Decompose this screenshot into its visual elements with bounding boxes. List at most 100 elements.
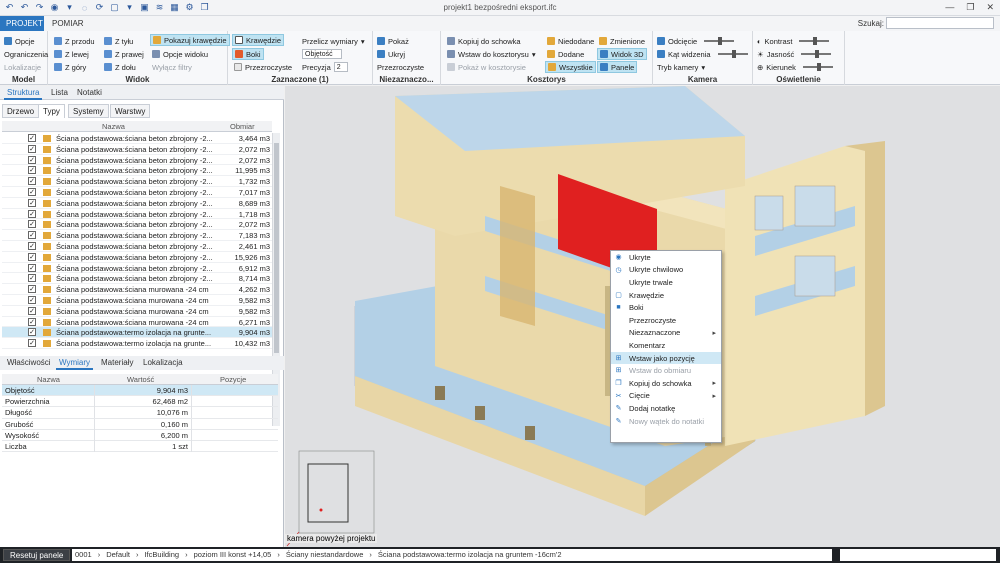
row-checkbox[interactable]: ✓ — [28, 198, 36, 207]
table-row[interactable]: ✓ Ściana podstawowa:ściana murowana -24 c… — [2, 284, 272, 295]
table-row[interactable]: ✓ Ściana podstawowa:ściana beton zbrojony… — [2, 230, 272, 241]
tab-properties[interactable]: Właściwości — [4, 358, 54, 370]
table-row[interactable]: ✓ Ściana podstawowa:ściana beton zbrojony… — [2, 198, 272, 209]
row-checkbox[interactable]: ✓ — [28, 317, 36, 326]
minimize-icon[interactable]: — — [945, 2, 954, 13]
row-checkbox[interactable]: ✓ — [28, 187, 36, 196]
brightness-slider-track[interactable] — [801, 50, 832, 58]
direction-slider-track[interactable] — [802, 63, 833, 71]
clipping-slider-track[interactable] — [704, 37, 735, 45]
property-row[interactable]: Długość 10,076 m — [2, 407, 278, 419]
tab-list[interactable]: Lista — [48, 88, 71, 100]
tab-pomiar[interactable]: POMIAR — [46, 16, 90, 31]
contrast-slider-track[interactable] — [799, 37, 830, 45]
minimap-frame[interactable] — [298, 450, 375, 534]
tab-location[interactable]: Lokalizacja — [140, 358, 186, 370]
context-menu-item[interactable]: ◷ Ukryte chwilowo — [611, 264, 721, 277]
subtab-types[interactable]: Typy — [38, 104, 65, 118]
tab-materials[interactable]: Materiały — [98, 358, 136, 370]
breadcrumb-item[interactable]: Ściana podstawowa:termo izolacja na grun… — [378, 550, 562, 559]
view-left-button[interactable]: Z lewej — [52, 48, 91, 60]
subtab-layers[interactable]: Warstwy — [110, 104, 151, 118]
show-edges-button[interactable]: Pokazuj krawędzie — [150, 34, 230, 46]
context-menu-item[interactable]: ⊞ Wstaw jako pozycję — [611, 351, 721, 365]
row-checkbox[interactable]: ✓ — [28, 177, 36, 186]
row-checkbox[interactable]: ✓ — [28, 166, 36, 175]
row-checkbox[interactable]: ✓ — [28, 328, 36, 337]
camera-mode-button[interactable]: Tryb kamery ▾ — [655, 61, 707, 73]
breadcrumb-item[interactable]: 0001 — [75, 550, 92, 559]
table-row[interactable]: ✓ Ściana podstawowa:ściana murowana -24 c… — [2, 306, 272, 317]
measure-select[interactable]: Objętość — [300, 48, 344, 60]
table-row[interactable]: ✓ Ściana podstawowa:termo izolacja na gru… — [2, 327, 272, 339]
reset-panels-button[interactable]: Resetuj panele — [3, 549, 71, 561]
fov-slider-track[interactable] — [717, 50, 748, 58]
table-row[interactable]: ✓ Ściana podstawowa:ściana beton zbrojony… — [2, 133, 272, 144]
fov-slider[interactable]: Kąt widzenia — [655, 48, 750, 60]
added-filter[interactable]: Dodane — [545, 48, 586, 60]
property-row[interactable]: Powierzchnia 62,468 m2 — [2, 396, 278, 408]
row-checkbox[interactable]: ✓ — [28, 155, 36, 164]
show-unselected-button[interactable]: Pokaż — [375, 35, 411, 47]
row-checkbox[interactable]: ✓ — [28, 220, 36, 229]
close-icon[interactable]: ✕ — [986, 2, 994, 13]
row-checkbox[interactable]: ✓ — [28, 231, 36, 240]
locations-button[interactable]: Lokalizacje — [2, 61, 43, 73]
context-menu-item[interactable]: Przezroczyste — [611, 314, 721, 327]
breadcrumb-item[interactable]: Default — [106, 550, 130, 559]
panels-toggle[interactable]: Panele — [597, 61, 638, 73]
context-menu-item[interactable]: ✂ Cięcie ▸ — [611, 390, 721, 403]
edges-toggle[interactable]: Krawędzie — [232, 34, 285, 46]
copy-to-clipboard-button[interactable]: Kopiuj do schowka — [445, 35, 523, 47]
view-top-button[interactable]: Z góry — [52, 61, 88, 73]
row-checkbox[interactable]: ✓ — [28, 306, 36, 315]
table-row[interactable]: ✓ Ściana podstawowa:ściana beton zbrojony… — [2, 241, 272, 252]
column-name[interactable]: Nazwa — [102, 122, 125, 131]
table-row[interactable]: ✓ Ściana podstawowa:ściana beton zbrojony… — [2, 176, 272, 187]
property-row[interactable]: Objętość 9,904 m3 — [2, 385, 278, 397]
row-checkbox[interactable]: ✓ — [28, 252, 36, 261]
recalc-dimensions-button[interactable]: Przelicz wymiary ▾ — [300, 35, 367, 47]
column-quantity[interactable]: Obmiar — [230, 122, 255, 131]
subtab-systems[interactable]: Systemy — [68, 104, 109, 118]
3d-viewport[interactable]: kamera powyżej projektu ◉ Ukryte ◷ Ukryte c… — [285, 86, 1000, 547]
context-menu-item[interactable]: ✎ Nowy wątek do notatki — [611, 415, 721, 428]
restore-icon[interactable]: ❐ — [966, 2, 974, 13]
subtab-tree[interactable]: Drzewo — [2, 104, 40, 118]
restrictions-button[interactable]: Ograniczenia — [2, 48, 50, 60]
tab-notes[interactable]: Notatki — [74, 88, 105, 100]
view-bottom-button[interactable]: Z dołu — [102, 61, 138, 73]
context-menu-item[interactable]: ■ Boki — [611, 301, 721, 314]
context-menu-item[interactable]: ◉ Ukryte — [611, 251, 721, 264]
disable-filters-button[interactable]: Wyłącz filtry — [150, 61, 194, 73]
not-added-filter[interactable]: Niedodane — [545, 35, 596, 47]
brightness-slider[interactable]: ☀ Jasność — [755, 48, 833, 60]
row-checkbox[interactable]: ✓ — [28, 241, 36, 250]
table-row[interactable]: ✓ Ściana podstawowa:ściana murowana -24 c… — [2, 295, 272, 306]
breadcrumb-item[interactable]: IfcBuilding — [144, 550, 179, 559]
row-checkbox[interactable]: ✓ — [28, 285, 36, 294]
hide-unselected-button[interactable]: Ukryj — [375, 48, 407, 60]
view-3d-toggle[interactable]: Widok 3D — [597, 48, 647, 60]
row-checkbox[interactable]: ✓ — [28, 274, 36, 283]
tab-dimensions[interactable]: Wymiary — [56, 358, 94, 370]
breadcrumb-item[interactable]: Ściany niestandardowe — [286, 550, 364, 559]
row-checkbox[interactable]: ✓ — [28, 209, 36, 218]
row-checkbox[interactable]: ✓ — [28, 144, 36, 153]
table-row[interactable]: ✓ Ściana podstawowa:ściana beton zbrojony… — [2, 263, 272, 274]
table-row[interactable]: ✓ Ściana podstawowa:termo izolacja na gru… — [2, 338, 272, 349]
search-input[interactable] — [886, 17, 994, 29]
view-options-button[interactable]: Opcje widoku — [150, 48, 210, 60]
context-menu-item[interactable]: ▢ Krawędzie — [611, 289, 721, 302]
table-row[interactable]: ✓ Ściana podstawowa:ściana beton zbrojony… — [2, 187, 272, 198]
view-front-button[interactable]: Z przodu — [52, 35, 97, 47]
table-row[interactable]: ✓ Ściana podstawowa:ściana beton zbrojony… — [2, 144, 272, 155]
breadcrumb-item[interactable]: poziom III konst +14,05 — [194, 550, 272, 559]
context-menu-item[interactable]: Ukryte trwale — [611, 276, 721, 289]
changed-filter[interactable]: Zmienione — [597, 35, 647, 47]
view-back-button[interactable]: Z tyłu — [102, 35, 135, 47]
tab-structure[interactable]: Struktura — [4, 88, 43, 100]
context-menu-item[interactable]: Niezaznaczone ▸ — [611, 327, 721, 340]
transparent-toggle[interactable]: Przezroczyste — [232, 61, 294, 73]
row-checkbox[interactable]: ✓ — [28, 339, 36, 348]
